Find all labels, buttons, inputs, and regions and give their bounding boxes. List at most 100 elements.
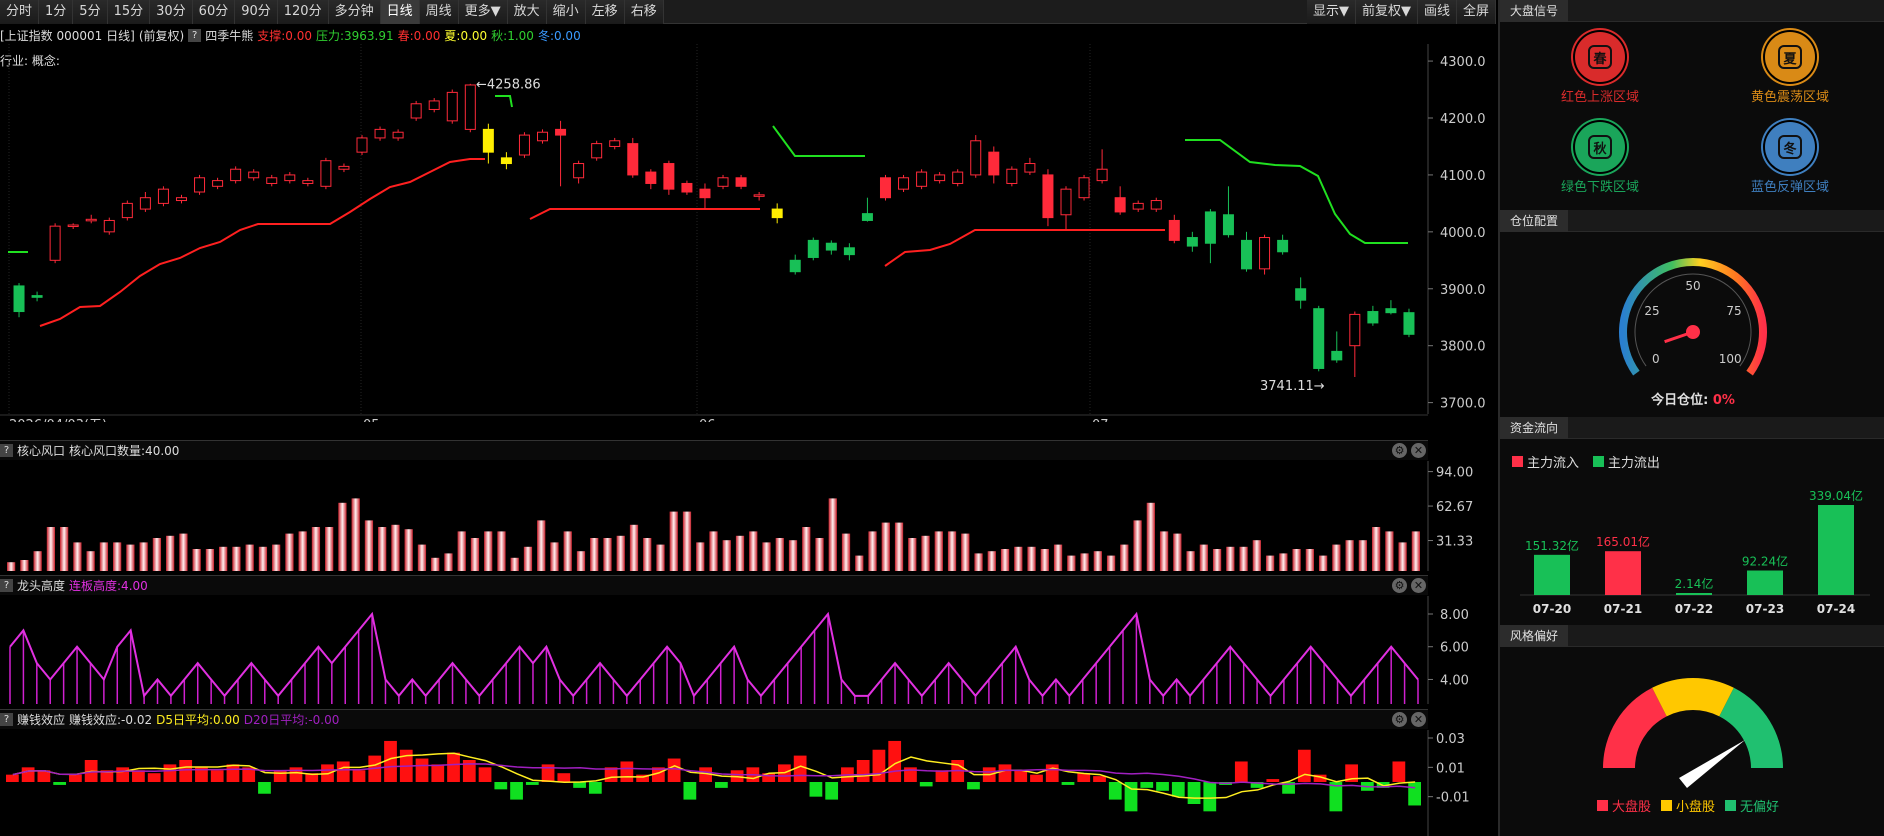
candle-body bbox=[356, 137, 368, 153]
gear-icon[interactable]: ⚙ bbox=[1392, 712, 1407, 727]
candle-body bbox=[212, 180, 224, 187]
core-bar bbox=[603, 538, 612, 571]
adjust-mode: (前复权) bbox=[138, 28, 185, 43]
money-d20: D20日平均:-0.00 bbox=[243, 713, 340, 727]
toolbar-btn-1[interactable]: 1分 bbox=[39, 0, 74, 24]
money-bar bbox=[147, 773, 161, 782]
season-badge-icon: 秋 bbox=[1575, 122, 1625, 172]
candle-body bbox=[1331, 350, 1343, 361]
core-tick-label: 94.00 bbox=[1436, 466, 1473, 481]
season-0: 春红色上涨区域 bbox=[1520, 32, 1680, 105]
core-bar bbox=[1252, 540, 1261, 571]
candle-body bbox=[500, 157, 512, 165]
season-glyph: 秋 bbox=[1588, 135, 1612, 159]
toolbar-btn-11[interactable]: 更多▼ bbox=[458, 0, 508, 24]
core-bar bbox=[815, 538, 824, 571]
core-bar bbox=[947, 531, 957, 571]
help-icon[interactable]: ? bbox=[0, 579, 13, 592]
candle-body bbox=[392, 131, 404, 139]
position-value: 0% bbox=[1712, 393, 1735, 408]
toolbar-btn-9[interactable]: 日线 bbox=[380, 0, 420, 24]
core-bar bbox=[1159, 531, 1169, 571]
help-icon[interactable]: ? bbox=[0, 444, 13, 457]
core-bar bbox=[1133, 520, 1142, 571]
candle-body bbox=[1150, 200, 1162, 210]
gear-icon[interactable]: ⚙ bbox=[1392, 578, 1407, 593]
toolbar-btn-4[interactable]: 30分 bbox=[150, 0, 193, 24]
gauge-hub bbox=[1686, 325, 1700, 339]
toolbar-btn-5[interactable]: 60分 bbox=[192, 0, 236, 24]
dragon-title: 龙头高度 bbox=[17, 579, 66, 593]
money-bar bbox=[53, 782, 67, 785]
flow-value-label: 2.14亿 bbox=[1675, 576, 1714, 591]
help-icon[interactable]: ? bbox=[188, 28, 202, 42]
close-icon[interactable]: ✕ bbox=[1411, 443, 1426, 458]
toolbar-btn-13[interactable]: 缩小 bbox=[546, 0, 586, 24]
money-bar bbox=[1140, 782, 1154, 788]
core-bar bbox=[404, 529, 413, 571]
core-bar bbox=[1332, 544, 1341, 571]
core-bar bbox=[245, 544, 254, 571]
money-bar bbox=[258, 782, 271, 794]
season-label: 黄色震荡区域 bbox=[1750, 90, 1829, 105]
toolbar-btn-2[interactable]: 5分 bbox=[73, 0, 108, 24]
core-bar bbox=[152, 538, 162, 571]
candle-body bbox=[1168, 219, 1180, 241]
help-icon[interactable]: ? bbox=[0, 713, 13, 726]
style-title: 风格偏好 bbox=[1500, 625, 1569, 647]
core-bar bbox=[7, 562, 16, 571]
money-bar bbox=[1234, 761, 1248, 782]
toolbar-btn-14[interactable]: 左移 bbox=[585, 0, 625, 24]
close-icon[interactable]: ✕ bbox=[1411, 578, 1426, 593]
position-header: 仓位配置 bbox=[1500, 210, 1884, 232]
toolbar-btn-0[interactable]: 分时 bbox=[0, 0, 40, 24]
toolbar-btn-7[interactable]: 120分 bbox=[277, 0, 329, 24]
money-bar bbox=[1266, 779, 1280, 782]
candle-body bbox=[121, 202, 133, 219]
toolbar-right-btn-3[interactable]: 全屏 bbox=[1456, 0, 1496, 24]
candle-body bbox=[1204, 211, 1216, 244]
money-bar bbox=[919, 782, 933, 787]
gear-icon[interactable]: ⚙ bbox=[1392, 443, 1407, 458]
toolbar-btn-12[interactable]: 放大 bbox=[507, 0, 547, 24]
money-bar bbox=[715, 782, 728, 788]
signal-title: 大盘信号 bbox=[1500, 0, 1569, 22]
style-swatch bbox=[1725, 800, 1736, 811]
toolbar-btn-15[interactable]: 右移 bbox=[624, 0, 664, 24]
money-bar bbox=[210, 770, 224, 782]
toolbar-btn-10[interactable]: 周线 bbox=[419, 0, 459, 24]
core-bar bbox=[961, 533, 970, 571]
candle-body bbox=[663, 163, 675, 190]
toolbar-right-btn-0[interactable]: 显示▼ bbox=[1306, 0, 1356, 24]
candle-body bbox=[934, 174, 946, 182]
money-bar bbox=[132, 770, 145, 782]
candle-body bbox=[627, 143, 639, 176]
candle-body bbox=[1259, 237, 1271, 270]
candle-body bbox=[320, 160, 332, 187]
money-bar bbox=[588, 782, 602, 794]
core-bar bbox=[258, 546, 268, 571]
flow-bar bbox=[1818, 505, 1854, 595]
close-icon[interactable]: ✕ bbox=[1411, 712, 1426, 727]
money-effect-chart: 0.03 0.01 -0.01 bbox=[6, 730, 1470, 836]
core-bar bbox=[391, 524, 400, 571]
core-bar bbox=[1173, 533, 1182, 571]
money-bar bbox=[683, 782, 697, 800]
flow-value-label: 165.01亿 bbox=[1596, 534, 1650, 549]
candlestick-chart[interactable]: 4300.0 4200.0 4100.0 4000.0 3900.0 3800.0 3700… bbox=[0, 44, 1496, 422]
toolbar-right-btn-1[interactable]: 前复权▼ bbox=[1355, 0, 1418, 24]
candle-body bbox=[446, 91, 458, 122]
core-bar bbox=[497, 531, 506, 571]
toolbar-btn-6[interactable]: 90分 bbox=[235, 0, 278, 24]
style-seg-none bbox=[1719, 687, 1783, 768]
season-badge-icon: 冬 bbox=[1765, 122, 1815, 172]
style-legend-label: 大盘股 bbox=[1611, 800, 1651, 815]
toolbar-btn-3[interactable]: 15分 bbox=[107, 0, 151, 24]
toolbar-right-btn-2[interactable]: 画线 bbox=[1417, 0, 1457, 24]
toolbar-btn-8[interactable]: 多分钟 bbox=[328, 0, 381, 24]
core-bar bbox=[351, 498, 360, 571]
month-label: 05 bbox=[363, 418, 380, 422]
style-seg-large bbox=[1603, 687, 1667, 768]
core-bar bbox=[537, 520, 546, 571]
